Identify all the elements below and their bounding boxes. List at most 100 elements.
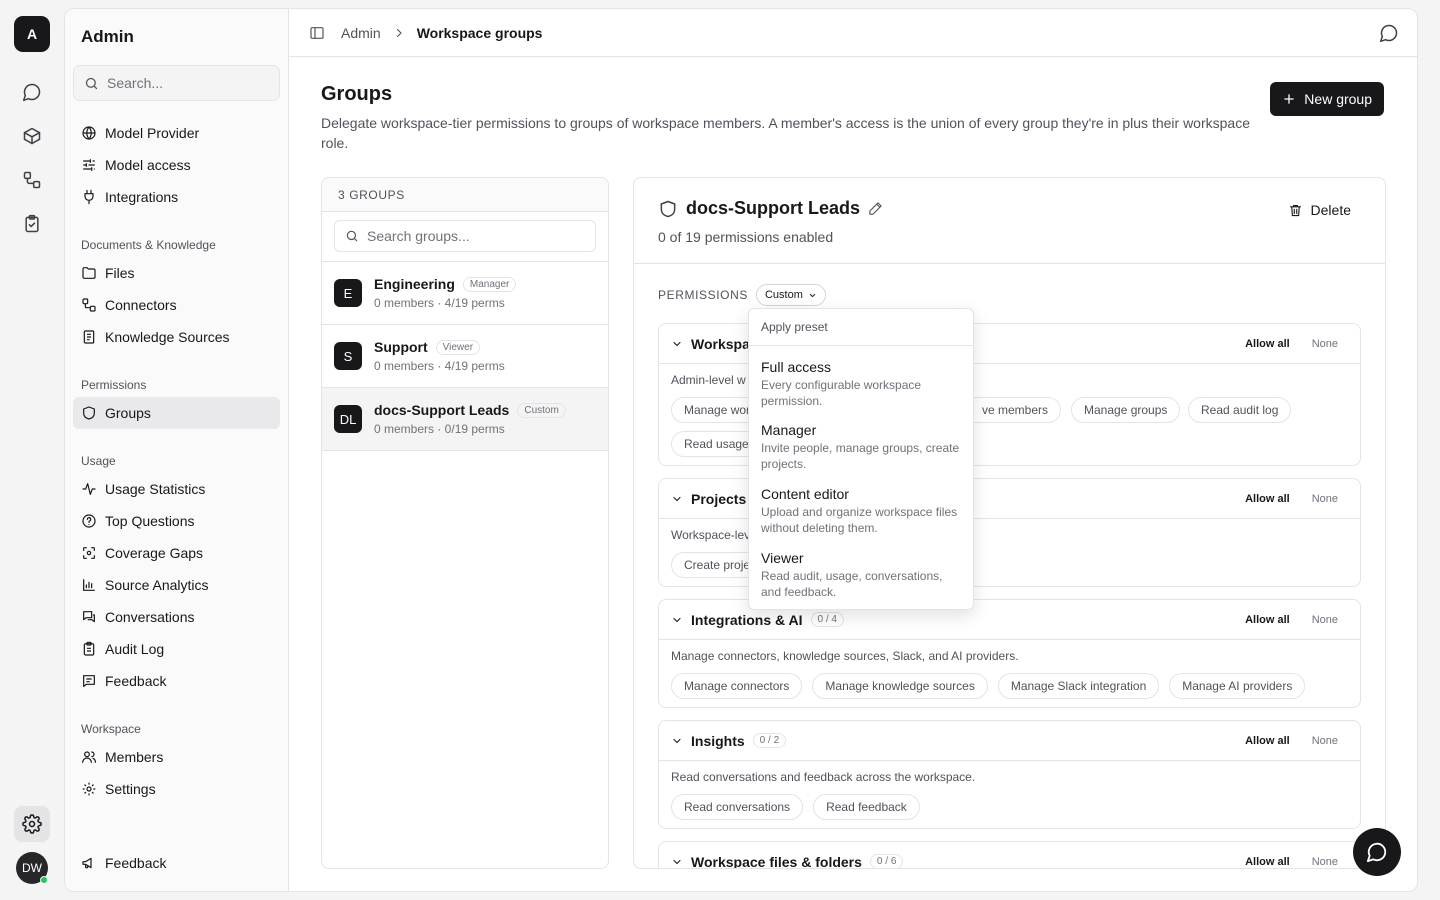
sidebar-item-integrations[interactable]: Integrations <box>73 181 280 213</box>
groups-search-input[interactable]: Search groups... <box>334 220 596 252</box>
chevron-down-icon <box>673 496 681 501</box>
group-row-support[interactable]: S Support Viewer 0 members · 4/19 perms <box>322 325 608 388</box>
sidebar-search-input[interactable]: Search... <box>73 65 280 101</box>
group-meta: 0 members · 0/19 perms <box>374 422 505 436</box>
preset-option-desc: Every configurable workspace permission. <box>761 378 922 408</box>
card-count-badge: 0 / 4 <box>810 612 844 627</box>
none-button[interactable]: None <box>1312 735 1338 747</box>
permission-chip[interactable]: Read audit log <box>1188 397 1292 423</box>
allow-all-button[interactable]: Allow all <box>1245 338 1290 350</box>
permission-chip[interactable]: Read conversations <box>671 794 804 820</box>
question-icon <box>82 514 96 528</box>
sidebar-item-label: Files <box>105 265 135 281</box>
delete-group-button[interactable]: Delete <box>1288 202 1351 218</box>
sidebar-item-model-provider[interactable]: Model Provider <box>73 117 280 149</box>
new-group-button[interactable]: New group <box>1270 82 1384 116</box>
sidebar-item-model-access[interactable]: Model access <box>73 149 280 181</box>
preset-option-desc: Upload and organize workspace files with… <box>761 505 958 535</box>
none-button[interactable]: None <box>1312 338 1338 350</box>
bar-chart-icon <box>83 579 95 591</box>
workspace-logo[interactable]: A <box>14 16 50 52</box>
allow-all-button[interactable]: Allow all <box>1245 856 1290 868</box>
workflow-icon[interactable] <box>14 162 50 198</box>
preset-option-full-access[interactable]: Full access Every configurable workspace… <box>749 346 973 410</box>
preset-option-title: Full access <box>761 359 832 375</box>
sidebar-item-usage-statistics[interactable]: Usage Statistics <box>73 473 280 505</box>
sidebar-footer-feedback[interactable]: Feedback <box>73 847 280 879</box>
sidebar-item-label: Members <box>105 749 164 765</box>
group-role-badge: Viewer <box>435 339 481 355</box>
card-count-badge: 0 / 2 <box>752 733 787 748</box>
preset-select[interactable]: Custom <box>755 284 826 306</box>
sidebar-item-coverage-gaps[interactable]: Coverage Gaps <box>73 537 280 569</box>
sidebar-item-audit-log[interactable]: Audit Log <box>73 633 280 665</box>
sidebar-item-label: Knowledge Sources <box>105 329 230 345</box>
group-avatar: DL <box>334 405 362 433</box>
preset-option-viewer[interactable]: Viewer Read audit, usage, conversations,… <box>749 538 973 602</box>
none-button[interactable]: None <box>1312 493 1338 505</box>
sidebar-item-label: Coverage Gaps <box>105 545 204 561</box>
sidebar-item-knowledge-sources[interactable]: Knowledge Sources <box>73 321 280 353</box>
user-avatar[interactable]: DW <box>16 852 48 884</box>
permission-chip[interactable]: Read feedback <box>813 794 920 820</box>
assistant-chat-icon[interactable] <box>1379 23 1399 43</box>
edit-name-icon[interactable] <box>868 201 883 216</box>
preset-option-desc: Read audit, usage, conversations, and fe… <box>761 569 943 599</box>
permission-chip[interactable]: Manage knowledge sources <box>812 673 988 699</box>
preset-option-manager[interactable]: Manager Invite people, manage groups, cr… <box>749 410 973 474</box>
shield-icon <box>83 406 95 420</box>
sidebar-item-groups[interactable]: Groups <box>73 397 280 429</box>
sidebar-item-settings[interactable]: Settings <box>73 773 280 805</box>
permission-chip[interactable]: Manage groups <box>1071 397 1181 423</box>
card-count-badge: 0 / 6 <box>869 854 904 868</box>
plus-icon <box>1284 94 1295 104</box>
section-workspace: Workspace <box>81 722 141 736</box>
sidebar-item-conversations[interactable]: Conversations <box>73 601 280 633</box>
sidebar-toggle-icon[interactable] <box>309 25 325 41</box>
group-row-docs-support-leads[interactable]: DL docs-Support Leads Custom 0 members ·… <box>322 388 608 451</box>
card-title: Workspace files & folders <box>691 853 862 869</box>
section-usage: Usage <box>81 454 116 468</box>
sidebar-item-source-analytics[interactable]: Source Analytics <box>73 569 280 601</box>
allow-all-button[interactable]: Allow all <box>1245 735 1290 747</box>
card-header[interactable]: Workspace files & folders 0 / 6 Allow al… <box>659 842 1360 869</box>
book-icon <box>83 330 95 344</box>
preset-option-content-editor[interactable]: Content editor Upload and organize works… <box>749 474 973 538</box>
breadcrumb-root[interactable]: Admin <box>341 25 381 41</box>
card-description: Manage connectors, knowledge sources, Sl… <box>671 649 1019 663</box>
clipboard-icon <box>83 641 95 656</box>
none-button[interactable]: None <box>1312 614 1338 626</box>
permissions-label: PERMISSIONS <box>658 288 748 302</box>
group-row-engineering[interactable]: E Engineering Manager 0 members · 4/19 p… <box>322 262 608 325</box>
sidebar-item-label: Settings <box>105 781 156 797</box>
preset-dropdown-menu: Apply preset Full access Every configura… <box>748 308 974 610</box>
permission-chip[interactable]: Manage Slack integration <box>997 673 1160 699</box>
connector-icon <box>82 298 96 312</box>
cube-icon[interactable] <box>14 118 50 154</box>
preset-option-title: Viewer <box>761 550 804 566</box>
allow-all-button[interactable]: Allow all <box>1245 614 1290 626</box>
sidebar-item-label: Source Analytics <box>105 577 209 593</box>
chat-icon <box>83 611 95 623</box>
sidebar-item-top-questions[interactable]: Top Questions <box>73 505 280 537</box>
clipboard-check-icon[interactable] <box>14 206 50 242</box>
permission-chip[interactable]: Manage AI providers <box>1169 673 1306 699</box>
shield-icon <box>660 200 676 217</box>
permission-chip[interactable]: Manage connectors <box>671 673 803 699</box>
floating-chat-button[interactable] <box>1353 828 1401 876</box>
sidebar-item-label: Top Questions <box>105 513 195 529</box>
sidebar-item-label: Feedback <box>105 855 167 871</box>
sidebar-item-label: Conversations <box>105 609 195 625</box>
folder-icon <box>82 267 96 279</box>
allow-all-button[interactable]: Allow all <box>1245 493 1290 505</box>
none-button[interactable]: None <box>1312 856 1338 868</box>
sidebar-item-files[interactable]: Files <box>73 257 280 289</box>
top-bar: Admin Workspace groups <box>289 9 1417 57</box>
admin-settings-icon[interactable] <box>14 806 50 842</box>
sidebar-item-connectors[interactable]: Connectors <box>73 289 280 321</box>
card-header[interactable]: Insights 0 / 2 Allow all None <box>659 721 1360 761</box>
chat-icon[interactable] <box>14 74 50 110</box>
sidebar-item-members[interactable]: Members <box>73 741 280 773</box>
sidebar-title: Admin <box>81 27 134 46</box>
sidebar-item-feedback[interactable]: Feedback <box>73 665 280 697</box>
